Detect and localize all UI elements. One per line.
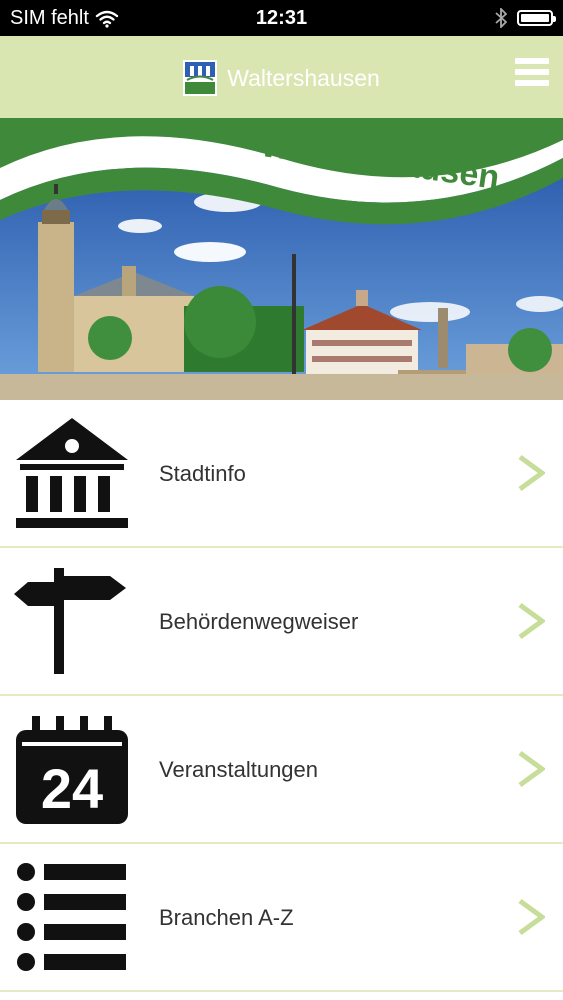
- nav-bar: Waltershausen: [0, 36, 563, 118]
- hamburger-bar: [515, 58, 549, 64]
- signpost-icon: [14, 568, 126, 674]
- town-hall-icon: [16, 418, 128, 528]
- bluetooth-icon: [495, 8, 507, 28]
- calendar-icon: 24: [16, 716, 128, 824]
- chevron-right-icon: [518, 454, 545, 492]
- chevron-right-icon: [518, 750, 545, 788]
- chevron-right-icon: [518, 898, 545, 936]
- brand: Waltershausen: [0, 60, 563, 96]
- chevron-right-icon: [518, 602, 545, 640]
- calendar-day-number: 24: [41, 757, 103, 820]
- status-bar: SIM fehlt 12:31: [0, 0, 563, 36]
- menu-item-label: Behördenwegweiser: [159, 609, 359, 634]
- hamburger-bar: [515, 80, 549, 86]
- menu-item-label: Stadtinfo: [159, 461, 246, 486]
- town-photo: Waltershausen: [0, 118, 563, 400]
- list-icon: [17, 863, 126, 971]
- app-title: Waltershausen: [227, 64, 380, 91]
- menu-item-branchen[interactable]: Branchen A-Z: [0, 844, 563, 992]
- hero-banner: Waltershausen: [0, 118, 563, 400]
- coat-of-arms-icon: [183, 60, 218, 96]
- hamburger-menu-button[interactable]: [515, 58, 549, 92]
- menu-item-stadtinfo[interactable]: Stadtinfo: [0, 400, 563, 548]
- battery-icon: [517, 10, 556, 26]
- main-menu: Stadtinfo Behördenwegweiser 24 Veranstal…: [0, 400, 563, 992]
- hamburger-bar: [515, 69, 549, 75]
- menu-item-label: Branchen A-Z: [159, 905, 294, 930]
- menu-item-behoerdenwegweiser[interactable]: Behördenwegweiser: [0, 548, 563, 696]
- clock: 12:31: [255, 7, 308, 29]
- menu-item-veranstaltungen[interactable]: 24 Veranstaltungen: [0, 696, 563, 844]
- menu-item-label: Veranstaltungen: [159, 757, 319, 782]
